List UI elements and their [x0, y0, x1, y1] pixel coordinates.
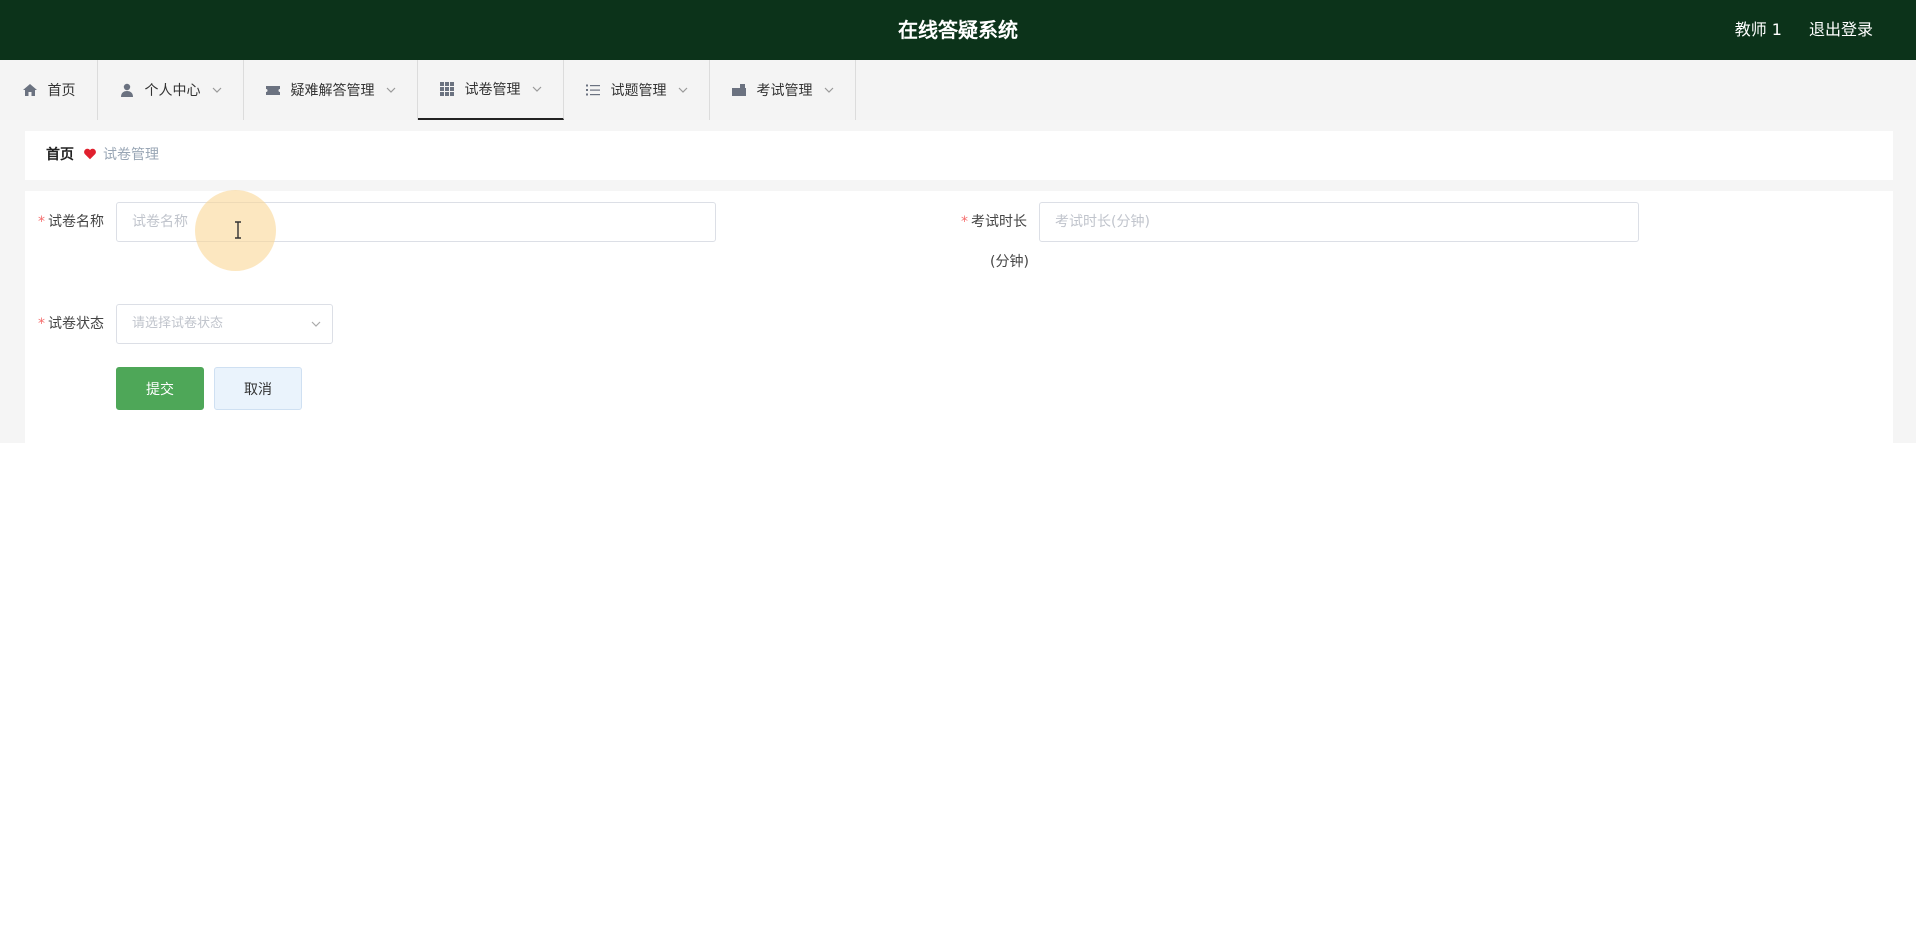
breadcrumb-home[interactable]: 首页 — [46, 131, 74, 180]
paper-name-label: * 试卷名称 — [38, 214, 104, 230]
home-icon — [22, 84, 37, 96]
duration-unit-label: (分钟) — [990, 254, 1029, 270]
chevron-down-icon — [532, 86, 541, 92]
breadcrumb: 首页 试卷管理 — [25, 131, 1893, 180]
chevron-down-icon — [824, 87, 833, 93]
status-select-placeholder: 请选择试卷状态 — [132, 316, 224, 331]
chevron-down-icon — [212, 87, 221, 93]
briefcase-icon — [731, 84, 746, 96]
duration-label: * 考试时长 — [961, 214, 1027, 230]
nav-item-label: 试卷管理 — [464, 82, 521, 98]
ticket-icon — [265, 86, 280, 95]
logout-link[interactable]: 退出登录 — [1809, 0, 1873, 60]
nav-item-label: 试题管理 — [610, 83, 667, 99]
user-icon — [120, 83, 133, 97]
chevron-down-icon — [386, 87, 395, 93]
grid-icon — [439, 82, 454, 96]
nav-item-question-management[interactable]: 试题管理 — [564, 60, 710, 120]
nav-item-home[interactable]: 首页 — [0, 60, 98, 120]
paper-name-input[interactable] — [116, 202, 716, 242]
breadcrumb-current: 试卷管理 — [103, 147, 159, 163]
nav-item-label: 考试管理 — [756, 83, 813, 99]
nav-item-label: 疑难解答管理 — [290, 83, 375, 99]
status-select[interactable]: 请选择试卷状态 — [116, 304, 333, 344]
chevron-down-icon — [678, 87, 687, 93]
top-header: 在线答疑系统 教师 1 退出登录 — [0, 0, 1916, 60]
nav-item-exam-management[interactable]: 考试管理 — [710, 60, 856, 120]
current-user: 教师 1 — [1734, 20, 1782, 39]
submit-button[interactable]: 提交 — [116, 367, 204, 410]
heart-icon — [84, 148, 96, 160]
main-nav: 首页 个人中心 疑难解答管理 试卷管理 试题管理 考试管理 — [0, 60, 1916, 120]
app-title: 在线答疑系统 — [898, 18, 1018, 42]
cancel-button[interactable]: 取消 — [214, 367, 302, 410]
nav-item-label: 首页 — [47, 83, 76, 99]
nav-item-label: 个人中心 — [144, 83, 201, 99]
nav-item-personal-center[interactable]: 个人中心 — [98, 60, 244, 120]
nav-item-paper-management[interactable]: 试卷管理 — [418, 60, 564, 120]
duration-input[interactable] — [1039, 202, 1639, 242]
nav-item-qa-management[interactable]: 疑难解答管理 — [244, 60, 418, 120]
list-icon — [585, 84, 600, 96]
status-label: * 试卷状态 — [38, 316, 104, 332]
chevron-down-icon — [311, 321, 321, 327]
